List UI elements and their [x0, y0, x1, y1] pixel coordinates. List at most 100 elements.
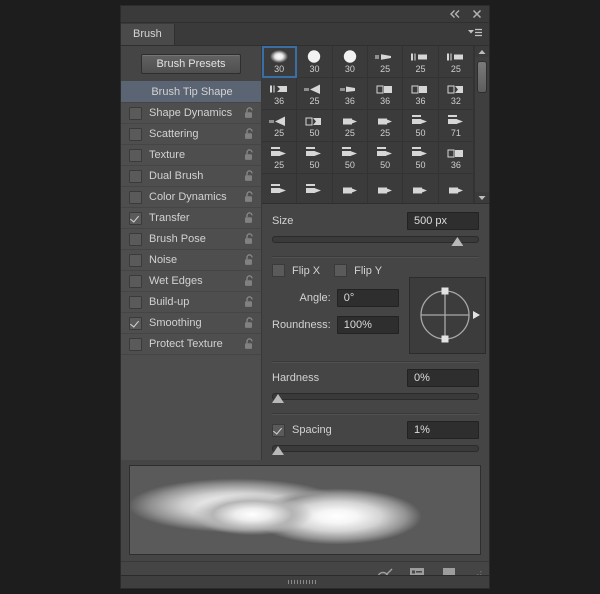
sidebar-item-checkbox[interactable] — [129, 148, 142, 162]
sidebar-item-transfer[interactable]: Transfer — [121, 208, 261, 229]
brush-tip-cell[interactable]: 50 — [297, 142, 333, 174]
lock-icon[interactable] — [244, 191, 255, 203]
sidebar-item-checkbox[interactable] — [129, 106, 142, 120]
brush-tip-size-label: 50 — [415, 128, 426, 138]
brush-tip-cell[interactable]: 71 — [438, 110, 474, 142]
brush-tip-cell[interactable]: 32 — [438, 78, 474, 110]
sidebar-item-checkbox[interactable] — [129, 316, 142, 330]
brush-tip-size-label: 36 — [274, 96, 285, 106]
brush-tip-grid[interactable]: 30 30 30 25 25 25 36 25 36 36 36 32 25 50 25 25 50 71 25 50… — [262, 46, 474, 203]
brush-tip-cell[interactable]: 50 — [403, 142, 439, 174]
scroll-up-arrow-icon[interactable] — [475, 46, 489, 57]
sidebar-item-checkbox[interactable] — [129, 211, 142, 225]
sidebar-item-scattering[interactable]: Scattering — [121, 124, 261, 145]
lock-icon[interactable] — [244, 338, 255, 350]
brush-tip-cell[interactable]: 30 — [262, 46, 298, 78]
brush-tip-cell[interactable]: 25 — [438, 46, 474, 78]
flip-y-box[interactable] — [334, 264, 348, 277]
close-icon[interactable] — [471, 8, 483, 20]
brush-tip-cell[interactable]: 25 — [367, 46, 404, 78]
sidebar-item-texture[interactable]: Texture — [121, 145, 261, 166]
lock-icon[interactable] — [244, 149, 255, 161]
brush-tip-cell[interactable]: 36 — [403, 78, 439, 110]
scroll-down-arrow-icon[interactable] — [475, 192, 489, 203]
brush-tip-cell[interactable] — [439, 174, 474, 203]
sidebar-item-color-dynamics[interactable]: Color Dynamics — [121, 187, 261, 208]
brush-tip-cell[interactable]: 25 — [262, 142, 298, 174]
lock-icon[interactable] — [244, 317, 255, 329]
brush-tip-cell[interactable]: 36 — [438, 142, 474, 174]
sidebar-item-build-up[interactable]: Build-up — [121, 292, 261, 313]
tab-brush[interactable]: Brush — [121, 24, 175, 45]
sidebar-item-brush-pose[interactable]: Brush Pose — [121, 229, 261, 250]
sidebar-item-checkbox[interactable] — [129, 295, 142, 309]
lock-icon[interactable] — [244, 254, 255, 266]
size-slider[interactable] — [272, 233, 479, 247]
size-label: Size — [272, 215, 294, 227]
brush-tip-cell[interactable]: 25 — [297, 78, 333, 110]
spacing-checkbox[interactable] — [272, 423, 285, 437]
brush-presets-button[interactable]: Brush Presets — [141, 54, 241, 74]
sidebar-item-dual-brush[interactable]: Dual Brush — [121, 166, 261, 187]
angle-input[interactable]: 0° — [336, 289, 399, 307]
brush-tip-cell[interactable]: 36 — [367, 78, 404, 110]
brush-tip-cell[interactable] — [297, 174, 333, 203]
sidebar-item-checkbox[interactable] — [129, 127, 142, 141]
spacing-slider[interactable] — [272, 442, 479, 456]
sidebar-item-protect-texture[interactable]: Protect Texture — [121, 334, 261, 355]
brush-tip-cell[interactable]: 50 — [297, 110, 333, 142]
brush-tip-cell[interactable]: 25 — [367, 110, 404, 142]
brush-tip-cell[interactable] — [262, 174, 298, 203]
panel-menu-icon[interactable] — [467, 27, 483, 39]
spacing-input[interactable]: 1% — [407, 421, 479, 439]
flip-y-checkbox[interactable]: Flip Y — [334, 264, 382, 277]
size-input[interactable]: 500 px — [407, 212, 479, 230]
sidebar-item-label: Texture — [149, 149, 186, 161]
fan-tip-icon — [302, 81, 326, 96]
sidebar-item-checkbox[interactable] — [129, 190, 142, 204]
brush-tip-cell[interactable]: 50 — [367, 142, 404, 174]
lock-icon[interactable] — [244, 233, 255, 245]
brush-tip-cell[interactable]: 30 — [332, 46, 368, 78]
sidebar-item-brush-tip-shape[interactable]: Brush Tip Shape — [121, 81, 261, 103]
lock-icon[interactable] — [244, 107, 255, 119]
flip-x-box[interactable] — [272, 264, 285, 277]
wedge-tip-icon — [444, 182, 468, 197]
collapse-double-chevron-icon[interactable] — [449, 8, 461, 20]
hardness-input[interactable]: 0% — [407, 369, 479, 387]
sidebar-item-wet-edges[interactable]: Wet Edges — [121, 271, 261, 292]
roundness-input[interactable]: 100% — [336, 316, 399, 334]
brush-tip-cell[interactable]: 25 — [403, 46, 439, 78]
sidebar-item-smoothing[interactable]: Smoothing — [121, 313, 261, 334]
sidebar-item-checkbox[interactable] — [129, 274, 142, 288]
sidebar-item-checkbox[interactable] — [129, 169, 142, 183]
lock-icon[interactable] — [244, 296, 255, 308]
scrollbar-thumb[interactable] — [477, 61, 487, 93]
brush-tip-cell[interactable]: 25 — [332, 110, 368, 142]
brush-tip-cell[interactable]: 25 — [262, 110, 298, 142]
sidebar-item-checkbox[interactable] — [129, 232, 142, 246]
lock-icon[interactable] — [244, 212, 255, 224]
scrollbar-track[interactable] — [475, 57, 489, 192]
lock-icon[interactable] — [244, 128, 255, 140]
brush-tip-cell[interactable]: 36 — [262, 78, 298, 110]
flip-x-checkbox[interactable]: Flip X — [272, 264, 320, 277]
lock-icon[interactable] — [244, 170, 255, 182]
brush-tip-cell[interactable] — [403, 174, 439, 203]
brush-tip-cell[interactable]: 36 — [332, 78, 368, 110]
hardness-slider[interactable] — [272, 390, 479, 404]
brush-tip-cell[interactable] — [368, 174, 404, 203]
brush-tip-cell[interactable]: 30 — [297, 46, 333, 78]
brush-tip-cell[interactable] — [333, 174, 368, 203]
brush-grid-scrollbar[interactable] — [474, 46, 489, 203]
sidebar-item-checkbox[interactable] — [129, 253, 142, 267]
dock-grip-bar[interactable] — [120, 575, 490, 589]
sidebar-item-shape-dynamics[interactable]: Shape Dynamics — [121, 103, 261, 124]
hardness-slider-track — [272, 393, 479, 400]
brush-tip-cell[interactable]: 50 — [332, 142, 368, 174]
sidebar-item-checkbox[interactable] — [129, 337, 142, 351]
brush-tip-cell[interactable]: 50 — [403, 110, 439, 142]
angle-roundness-dial[interactable] — [408, 277, 486, 354]
sidebar-item-noise[interactable]: Noise — [121, 250, 261, 271]
lock-icon[interactable] — [244, 275, 255, 287]
